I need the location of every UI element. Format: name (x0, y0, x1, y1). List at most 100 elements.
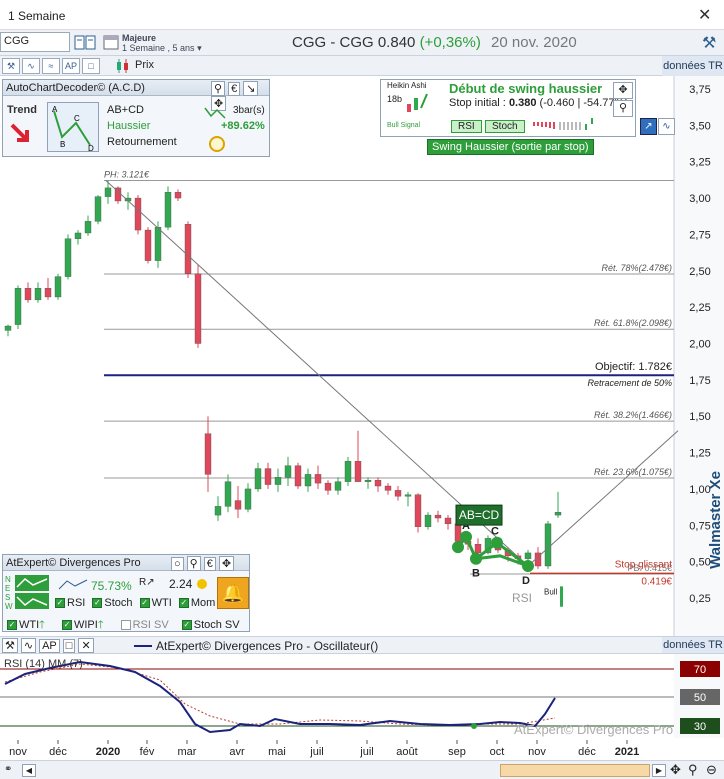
scroll-left-icon[interactable]: ◀ (22, 764, 36, 777)
candle (364, 480, 372, 482)
donnees-tr-label[interactable]: données TR (662, 56, 724, 76)
chart-style-icon[interactable]: ↗ (640, 118, 657, 135)
quote-change: (+0,36%) (419, 34, 481, 51)
ap-icon[interactable]: AP (39, 639, 60, 653)
donnees-tr-label-2[interactable]: données TR (662, 637, 724, 653)
wrench-icon[interactable]: ⚒ (702, 33, 716, 53)
abcd-point (460, 530, 472, 543)
y-tick-label: 1,25 (689, 448, 710, 460)
scroll-right-icon[interactable]: ▶ (652, 764, 666, 777)
move-icon[interactable]: ✥ (218, 556, 235, 571)
frame-icon[interactable]: □ (82, 58, 100, 74)
move-icon[interactable]: ✥ (613, 82, 633, 99)
ap-icon[interactable]: AP (62, 58, 80, 74)
stochsv-label: Stoch SV (193, 619, 240, 631)
fib-label: Rét. 78%(2.478€) (601, 263, 672, 273)
abcd-pattern-icon: A C B D (52, 105, 94, 153)
osc-title: AtExpert© Divergences Pro - Oscillateur(… (156, 639, 379, 653)
move-icon[interactable]: ✥ (670, 762, 681, 778)
wave2-icon[interactable]: ≈ (42, 58, 60, 74)
abcd-thumbnail[interactable]: A C B D (47, 102, 99, 153)
tools-icon[interactable]: ⚒ (2, 638, 18, 653)
candle (84, 221, 92, 234)
check-stochsv-icon[interactable]: ✓ (181, 620, 192, 631)
perf-chart-icon (58, 579, 88, 590)
zoom-icon[interactable]: ⚲ (688, 762, 698, 778)
tools-icon[interactable]: ⚒ (2, 58, 20, 74)
bull-label: Bull (544, 588, 558, 597)
close-icon[interactable]: ✕ (698, 5, 711, 25)
x-tick-label: oct (490, 746, 505, 758)
acd-point-d: D (88, 144, 94, 153)
scroll-thumb[interactable] (500, 764, 650, 777)
candle (524, 552, 532, 559)
candle (304, 474, 312, 487)
acd-point-c: C (74, 114, 80, 123)
book-icon[interactable] (74, 34, 96, 51)
x-tick-label: déc (578, 746, 596, 758)
candle (94, 196, 102, 222)
x-tick-label: 2021 (615, 746, 639, 758)
wave-icon[interactable]: ∿ (20, 638, 37, 653)
candle (284, 465, 292, 478)
link-icon[interactable]: ⚭ (4, 764, 12, 775)
candle (314, 474, 322, 484)
frame-icon[interactable]: □ (62, 639, 76, 653)
zoom-out-icon[interactable]: ⊖ (706, 762, 717, 778)
price-label: Prix (135, 59, 154, 71)
pin-icon[interactable]: ⚲ (186, 556, 201, 571)
heikin-candles-icon (407, 93, 428, 112)
candle (104, 187, 112, 197)
x-tick-label: mai (268, 746, 286, 758)
y-tick-label: 1,75 (689, 375, 710, 387)
retracement-label: Retracement de 50% (587, 378, 672, 388)
euro-icon[interactable]: € (203, 557, 216, 571)
candle (454, 523, 462, 542)
check-mom-icon[interactable]: ✓ (178, 598, 189, 609)
candle (424, 514, 432, 527)
check-wti-icon[interactable]: ✓ (139, 598, 150, 609)
atx-check-row: ✓ RSI ✓ Stoch ✓ WTI ✓ Mom (55, 597, 215, 609)
osc-buttons: ⚒ ∿ AP □ ✕ (2, 638, 97, 653)
euro-icon[interactable]: € (228, 82, 241, 96)
candle (44, 288, 52, 298)
bell-icon[interactable]: 🔔 (217, 577, 249, 609)
candle (294, 465, 302, 487)
check-rsi-icon[interactable]: ✓ (55, 598, 65, 609)
magnifier-icon[interactable]: ⚲ (613, 100, 633, 117)
y-tick-label: 1,50 (689, 411, 710, 423)
y-tick-label: 2,25 (689, 302, 710, 314)
x-tick-label: nov (9, 746, 27, 758)
close-icon[interactable]: ✕ (78, 638, 94, 653)
stoch-button[interactable]: Stoch (485, 120, 525, 133)
abcd-box-label: AB=CD (459, 508, 500, 522)
check-wti2-icon[interactable]: ✓ (7, 620, 17, 631)
check-rsisv-icon[interactable] (120, 620, 131, 631)
candle (344, 461, 352, 482)
label-n: N (5, 575, 11, 584)
candle (264, 468, 272, 485)
candle (154, 226, 162, 261)
chart-mode-icon[interactable]: ∿ (658, 118, 675, 135)
target-icon[interactable] (209, 136, 225, 152)
check-stoch-icon[interactable]: ✓ (92, 598, 103, 609)
symbol-input[interactable]: CGG (0, 32, 70, 52)
pin-icon[interactable]: ⚲ (211, 81, 226, 96)
check-wipi-icon[interactable]: ✓ (61, 620, 72, 631)
x-tick-label: juil (309, 746, 323, 758)
quote-price: 0.840 (377, 34, 416, 51)
abcd-point (522, 560, 534, 573)
rsi-button[interactable]: RSI (451, 120, 482, 133)
period-selector[interactable]: Majeure 1 Semaine , 5 ans ▾ (122, 33, 202, 53)
check-rsi-label: RSI (67, 597, 86, 609)
arrow-icon[interactable]: ↘ (243, 81, 259, 96)
divergence-dot (471, 723, 477, 729)
wave-icon[interactable]: ∿ (22, 58, 40, 74)
swing-haussier-button[interactable]: Swing Haussier (sortie par stop) (427, 139, 594, 155)
y-tick-label: 3,75 (689, 84, 710, 96)
candle (194, 273, 202, 344)
nesw-labels: NESW (5, 575, 13, 611)
y-tick-label: 0,25 (689, 593, 710, 605)
circle-icon[interactable]: ○ (171, 557, 184, 571)
scrollbar-area[interactable]: ⚭ ◀ ▶ ✥ ⚲ ⊖ (0, 760, 724, 779)
